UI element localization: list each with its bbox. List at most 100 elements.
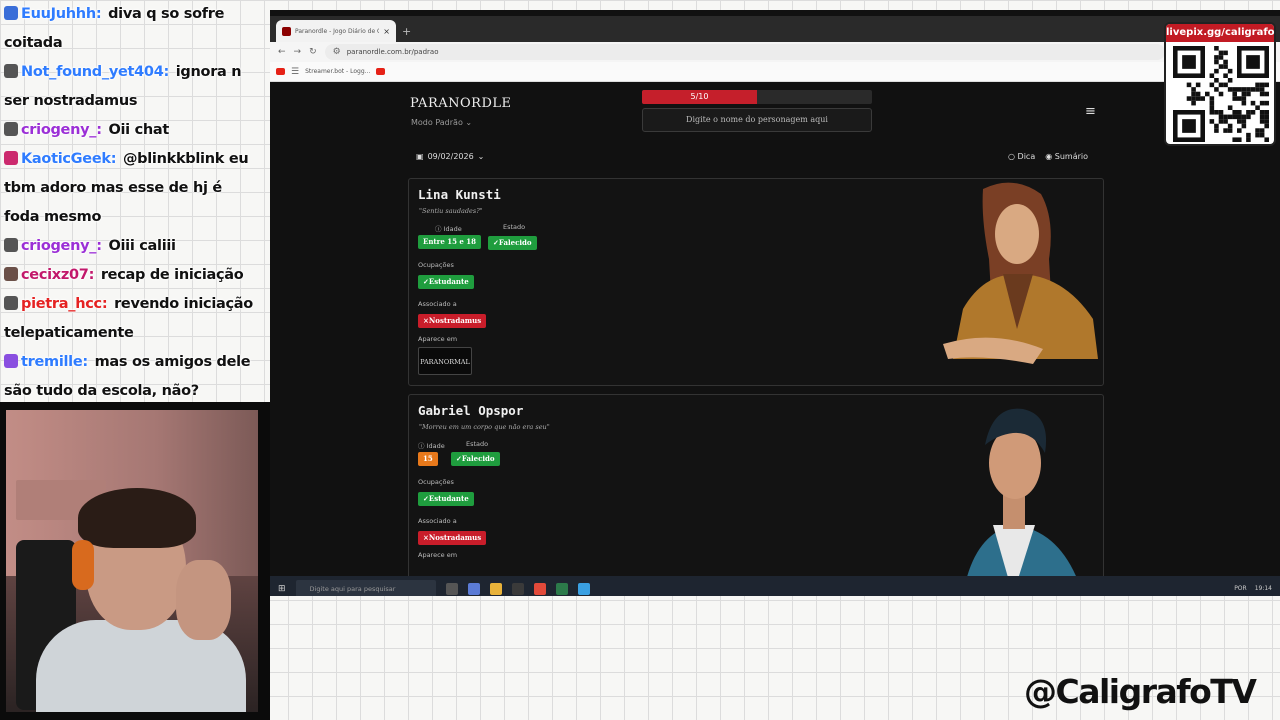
chat-message: pietra_hcc: revendo iniciação telepatica… (4, 290, 254, 348)
chat-username: Not_found_yet404: (21, 64, 170, 80)
hint-button[interactable]: ○ Dica (1008, 152, 1035, 161)
status-label: Estado (466, 440, 489, 448)
windows-start-icon[interactable]: ⊞ (278, 584, 286, 594)
chat-message: KaoticGeek: @blinkkblink eu tbm adoro ma… (4, 145, 254, 232)
url-text: paranordle.com.br/padrao (346, 48, 439, 56)
app-icon[interactable] (577, 583, 590, 595)
mode-selector[interactable]: Modo Padrão ⌄ (411, 118, 472, 127)
info-icon: ⓘ (418, 442, 427, 450)
mode-label: Modo Padrão (411, 118, 463, 127)
chat-message: tremille: mas os amigos dele são tudo da… (4, 348, 254, 400)
tab-bar: Paranordle - Jogo Diário de O... × + (270, 16, 1280, 42)
eye-icon: ◉ (1045, 152, 1055, 161)
chat-text: Oiii caliii (108, 238, 176, 254)
new-tab-button[interactable]: + (402, 25, 411, 38)
chat-text: Oii chat (108, 122, 170, 138)
chat-badge-icon (4, 6, 18, 20)
character-portrait (943, 182, 1098, 364)
back-icon[interactable]: ← (278, 47, 286, 57)
chat-overlay: EuuJuhhh: diva q so sofre coitada Not_fou… (0, 0, 258, 400)
chat-badge-icon (4, 238, 18, 252)
chat-message: Not_found_yet404: ignora n ser nostradam… (4, 58, 254, 116)
chat-message: criogeny_: Oii chat (4, 116, 254, 145)
status-value-text: Falecido (461, 454, 495, 463)
status-value-text: Falecido (498, 238, 532, 247)
chat-username: EuuJuhhh: (21, 6, 102, 22)
taskbar-search-input[interactable]: Digite aqui para pesquisar (295, 580, 436, 596)
favicon-icon (282, 26, 291, 36)
chat-badge-icon (4, 354, 18, 368)
status-label: Estado (503, 223, 526, 231)
summary-button[interactable]: ◉ Sumário (1045, 152, 1088, 161)
tab-paranordle[interactable]: Paranordle - Jogo Diário de O... × (276, 20, 396, 42)
app-icon[interactable] (467, 583, 480, 595)
guess-card: Lina Kunsti "Sentiu saudades?" ⓘ Idade E… (408, 178, 1104, 386)
chat-username: cecixz07: (21, 267, 95, 283)
url-input[interactable]: ⚙ paranordle.com.br/padrao (324, 44, 1165, 60)
chat-badge-icon (4, 151, 18, 165)
chrome-icon[interactable] (533, 583, 546, 595)
site-logo[interactable]: PARANORDLE (410, 96, 511, 111)
chevron-down-icon: ⌄ (465, 118, 473, 127)
chat-username: criogeny_: (21, 238, 102, 254)
cam-person-hand (176, 560, 231, 640)
chat-username: pietra_hcc: (21, 296, 108, 312)
date-label: 09/02/2026 (427, 152, 474, 161)
chat-text: recap de iniciação (100, 267, 244, 283)
guess-card: Gabriel Opspor "Morreu em um corpo que n… (408, 394, 1104, 576)
occupations-label: Ocupações (418, 478, 454, 486)
task-view-icon[interactable] (445, 583, 458, 595)
character-portrait (967, 408, 1076, 576)
age-label-text: Idade (443, 225, 462, 233)
series-thumbnail: PARANORMAL (418, 347, 472, 375)
close-icon[interactable]: × (383, 27, 390, 36)
webcam-image (6, 410, 258, 712)
character-quote: "Sentiu saudades?" (419, 207, 483, 215)
windows-taskbar: ⊞ Digite aqui para pesquisar POR 19:14 (270, 576, 1280, 596)
youtube-icon[interactable] (276, 68, 285, 75)
chat-message: cecixz07: recap de iniciação (4, 261, 254, 290)
date-selector[interactable]: ▣ 09/02/2026 ⌄ (416, 152, 484, 161)
youtube-icon[interactable] (376, 68, 386, 75)
header-links: ○ Dica ◉ Sumário (1008, 152, 1088, 161)
system-tray: POR 19:14 (1234, 585, 1272, 593)
chat-message: EuuJuhhh: diva q so sofre coitada (4, 0, 254, 58)
progress-label: 5/10 (690, 92, 709, 101)
hint-label: Dica (1017, 152, 1036, 161)
chat-badge-icon (4, 122, 18, 136)
address-bar: ← → ↻ ⚙ paranordle.com.br/padrao (270, 42, 1280, 62)
occupation-value-text: Estudante (428, 277, 469, 286)
clock[interactable]: 19:14 (1255, 585, 1272, 593)
calendar-icon: ▣ (416, 152, 424, 161)
tab-title: Paranordle - Jogo Diário de O... (295, 27, 380, 35)
site-info-icon[interactable]: ⚙ (333, 47, 341, 57)
attempts-progress: 5/10 (642, 90, 872, 104)
forward-icon[interactable]: → (294, 47, 302, 57)
language-indicator[interactable]: POR (1234, 585, 1247, 593)
app-icon[interactable] (555, 583, 568, 595)
folder-icon[interactable] (489, 583, 502, 595)
associated-value: ×Nostradamus (418, 314, 487, 328)
status-value: ✓Falecido (488, 236, 537, 250)
app-icon[interactable] (511, 583, 524, 595)
status-value: ✓Falecido (451, 452, 500, 466)
chat-username: KaoticGeek: (21, 151, 117, 167)
character-quote: "Morreu em um corpo que não era seu" (419, 423, 550, 431)
channel-handle: @CaligrafoTV (1024, 672, 1257, 711)
reload-icon[interactable]: ↻ (309, 47, 317, 57)
chat-badge-icon (4, 267, 18, 281)
bookmarks-bar: ☰ Streamer.bot - Logg... (270, 62, 1280, 82)
menu-icon[interactable]: ≡ (1085, 104, 1096, 119)
bookmark-streamerbot[interactable]: Streamer.bot - Logg... (305, 68, 370, 75)
associated-label: Associado a (418, 300, 457, 308)
webcam-feed (0, 402, 270, 720)
character-name: Gabriel Opspor (418, 403, 524, 418)
associated-value-text: Nostradamus (428, 316, 482, 325)
character-search-input[interactable]: Digite o nome do personagem aqui (642, 108, 872, 132)
age-value: Entre 15 e 18 (418, 235, 482, 249)
occupation-value: ✓Estudante (418, 275, 474, 289)
age-label: ⓘ Idade (435, 223, 462, 233)
chat-username: tremille: (21, 354, 88, 370)
chat-message: criogeny_: Oiii caliii (4, 232, 254, 261)
chat-username: criogeny_: (21, 122, 102, 138)
